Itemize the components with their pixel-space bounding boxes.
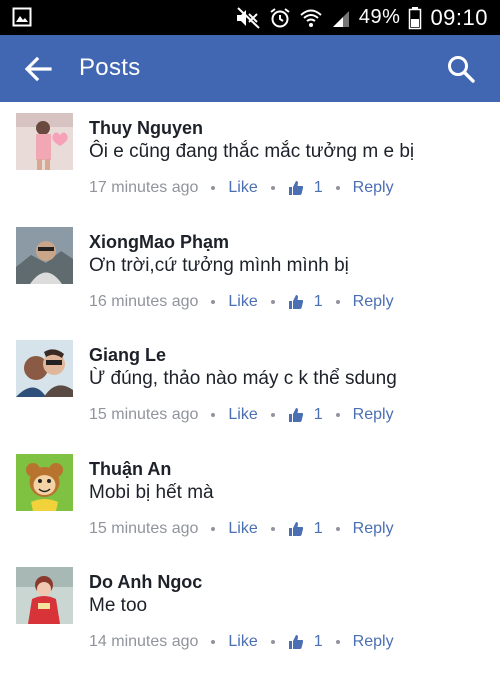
status-bar: 49% 09:10 xyxy=(0,0,500,35)
like-count[interactable]: 1 xyxy=(288,293,323,311)
comment-meta: 15 minutes ago Like 1 Reply xyxy=(89,519,394,539)
separator-dot xyxy=(335,299,340,304)
reply-button[interactable]: Reply xyxy=(353,179,394,197)
reply-button[interactable]: Reply xyxy=(353,406,394,424)
commenter-name[interactable]: Thuận An xyxy=(89,458,490,480)
avatar[interactable] xyxy=(16,113,73,170)
separator-dot xyxy=(211,186,216,190)
wifi-icon xyxy=(299,7,323,29)
comment-timestamp: 14 minutes ago xyxy=(89,633,199,650)
comment-meta: 15 minutes ago Like 1 Reply xyxy=(89,405,394,425)
thumbs-up-icon xyxy=(288,635,303,649)
thumbs-up-icon xyxy=(288,521,303,536)
comment-item: Do Anh Ngoc Me too 14 minutes ago Like 1… xyxy=(0,556,500,670)
reply-button[interactable]: Reply xyxy=(353,633,394,651)
comment-timestamp: 15 minutes ago xyxy=(89,406,199,423)
like-button[interactable]: Like xyxy=(228,633,257,651)
search-icon xyxy=(448,56,475,83)
separator-dot xyxy=(270,186,275,190)
commenter-name[interactable]: Thuy Nguyen xyxy=(89,117,490,139)
page-title: Posts xyxy=(79,54,141,81)
back-button[interactable] xyxy=(22,53,54,85)
separator-dot xyxy=(211,526,216,531)
arrow-left-icon xyxy=(24,56,52,82)
commenter-name[interactable]: Giang Le xyxy=(89,344,490,366)
comment-text: Ơn trời,cứ tưởng mình mình bị xyxy=(89,254,349,276)
separator-dot xyxy=(211,413,216,417)
battery-icon xyxy=(408,6,422,30)
comment-item: Thuận An Mobi bị hết mà 15 minutes ago L… xyxy=(0,443,500,557)
separator-dot xyxy=(335,526,340,531)
gallery-notification-icon xyxy=(12,7,32,27)
separator-dot xyxy=(335,640,340,644)
avatar[interactable] xyxy=(16,567,73,624)
thumbs-up-icon xyxy=(288,294,303,309)
like-count-value: 1 xyxy=(313,292,323,310)
comment-item: Giang Le Ừ đúng, thảo nào máy c k thể sd… xyxy=(0,329,500,443)
comment-text: Mobi bị hết mà xyxy=(89,481,214,503)
comment-meta: 14 minutes ago Like 1 Reply xyxy=(89,632,394,652)
alarm-icon xyxy=(269,7,291,29)
battery-percent: 49% xyxy=(358,6,401,28)
separator-dot xyxy=(211,640,216,644)
mute-icon xyxy=(235,6,261,29)
comment-meta: 17 minutes ago Like 1 Reply xyxy=(89,178,394,198)
commenter-name[interactable]: Do Anh Ngoc xyxy=(89,571,490,593)
comment-list: Thuy Nguyen Ôi e cũng đang thắc mắc tưởn… xyxy=(0,102,500,670)
clock: 09:10 xyxy=(430,4,488,30)
separator-dot xyxy=(270,413,275,417)
like-count-value: 1 xyxy=(313,406,323,423)
comment-text: Ôi e cũng đang thắc mắc tưởng m e bị xyxy=(89,141,415,162)
comment-text: Me too xyxy=(89,595,148,616)
like-button[interactable]: Like xyxy=(228,179,257,197)
separator-dot xyxy=(270,526,275,531)
reply-button[interactable]: Reply xyxy=(353,520,394,538)
reply-button[interactable]: Reply xyxy=(353,293,394,311)
avatar[interactable] xyxy=(16,340,73,397)
like-button[interactable]: Like xyxy=(228,406,257,424)
comment-timestamp: 15 minutes ago xyxy=(89,519,199,537)
thumbs-up-icon xyxy=(288,408,303,422)
separator-dot xyxy=(270,640,275,644)
like-count[interactable]: 1 xyxy=(288,520,323,538)
avatar[interactable] xyxy=(16,453,73,511)
like-count[interactable]: 1 xyxy=(288,633,323,651)
comment-text: Ừ đúng, thảo nào máy c k thể sdung xyxy=(89,368,397,389)
comment-timestamp: 17 minutes ago xyxy=(89,179,199,196)
search-button[interactable] xyxy=(446,54,476,84)
separator-dot xyxy=(211,299,216,304)
comment-item: XiongMao Phạm Ơn trời,cứ tưởng mình mình… xyxy=(0,216,500,330)
comment-meta: 16 minutes ago Like 1 Reply xyxy=(89,292,394,312)
like-button[interactable]: Like xyxy=(228,520,257,538)
separator-dot xyxy=(335,186,340,190)
avatar[interactable] xyxy=(16,226,73,284)
like-count[interactable]: 1 xyxy=(288,179,323,197)
separator-dot xyxy=(335,413,340,417)
like-button[interactable]: Like xyxy=(228,293,257,311)
like-count-value: 1 xyxy=(313,633,323,650)
comment-timestamp: 16 minutes ago xyxy=(89,292,199,310)
like-count-value: 1 xyxy=(313,519,323,537)
like-count-value: 1 xyxy=(313,179,323,196)
app-bar: Posts xyxy=(0,35,500,102)
signal-icon xyxy=(331,8,351,28)
like-count[interactable]: 1 xyxy=(288,406,323,424)
comment-item: Thuy Nguyen Ôi e cũng đang thắc mắc tưởn… xyxy=(0,102,500,216)
thumbs-up-icon xyxy=(288,181,303,195)
commenter-name[interactable]: XiongMao Phạm xyxy=(89,231,490,253)
separator-dot xyxy=(270,299,275,304)
